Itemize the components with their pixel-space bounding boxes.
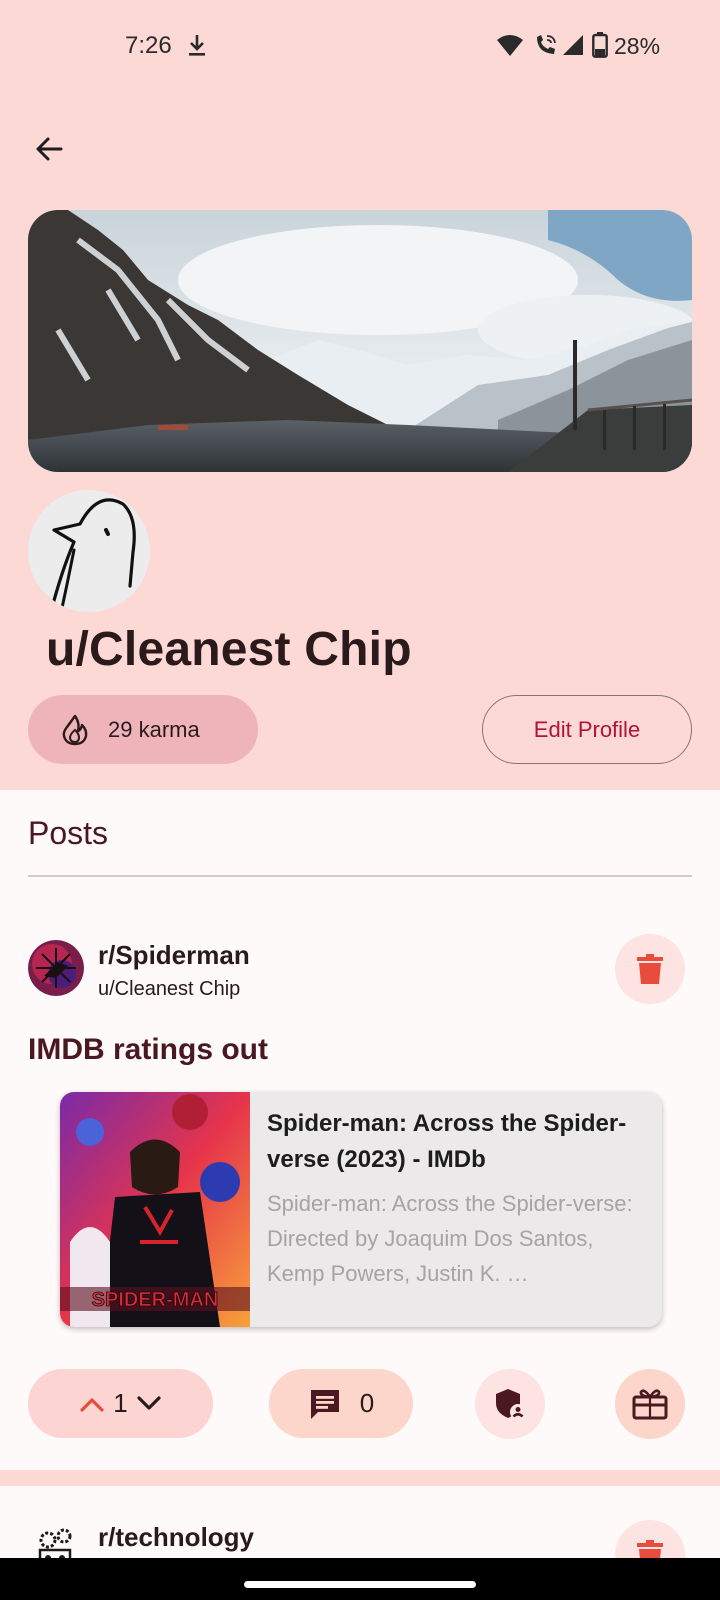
delete-post-button[interactable]	[615, 934, 685, 1004]
post-separator	[0, 1470, 720, 1486]
downvote-button[interactable]	[134, 1389, 164, 1419]
wifi-icon	[497, 35, 523, 56]
wifi-call-icon	[537, 35, 556, 54]
chevron-up-icon	[80, 1397, 104, 1412]
comments-button[interactable]: 0	[269, 1369, 413, 1438]
trash-icon	[637, 954, 663, 984]
battery-icon	[592, 32, 608, 58]
vote-score: 1	[113, 1388, 128, 1418]
karma-chip[interactable]: 29 karma	[28, 695, 258, 764]
link-preview-card[interactable]: SPIDER-MAN Spider-man: Across the Spider…	[60, 1092, 662, 1327]
award-button[interactable]	[615, 1369, 685, 1439]
post-title[interactable]: IMDB ratings out	[28, 1033, 268, 1067]
post-author[interactable]: u/Cleanest Chip	[98, 978, 240, 1001]
link-thumbnail: SPIDER-MAN	[60, 1092, 250, 1327]
gift-icon	[632, 1389, 668, 1420]
profile-banner	[28, 210, 692, 472]
upvote-button[interactable]	[77, 1389, 107, 1419]
flame-icon	[62, 714, 88, 745]
post-subreddit[interactable]: r/technology	[98, 1522, 254, 1553]
chevron-down-icon	[137, 1395, 161, 1410]
vote-control: 1	[28, 1369, 213, 1438]
edit-profile-button[interactable]: Edit Profile	[482, 695, 692, 764]
post-subreddit[interactable]: r/Spiderman	[98, 940, 250, 971]
posts-heading: Posts	[28, 815, 109, 851]
comment-count: 0	[359, 1388, 375, 1418]
back-arrow-icon	[36, 137, 63, 161]
comment-icon	[310, 1389, 339, 1419]
signal-icon	[563, 35, 583, 55]
back-button[interactable]	[24, 124, 74, 174]
user-avatar[interactable]	[28, 490, 150, 612]
download-icon	[189, 35, 205, 56]
system-navigation-bar	[0, 1558, 720, 1600]
poster-title: SPIDER-MAN	[92, 1289, 219, 1311]
battery-percent: 28%	[614, 33, 661, 59]
status-time: 7:26	[125, 32, 172, 59]
profile-username: u/Cleanest Chip	[46, 623, 412, 676]
status-bar: 7:26 28%	[0, 0, 720, 90]
shield-user-icon	[496, 1389, 526, 1420]
karma-label: 29 karma	[108, 716, 200, 742]
subreddit-icon[interactable]	[28, 940, 84, 996]
moderation-button[interactable]	[475, 1369, 545, 1439]
posts-divider	[28, 875, 692, 877]
link-description: Spider-man: Across the Spider-verse: Dir…	[267, 1191, 633, 1286]
gesture-handle[interactable]	[244, 1581, 476, 1588]
link-title: Spider-man: Across the Spider-verse (202…	[267, 1110, 627, 1173]
